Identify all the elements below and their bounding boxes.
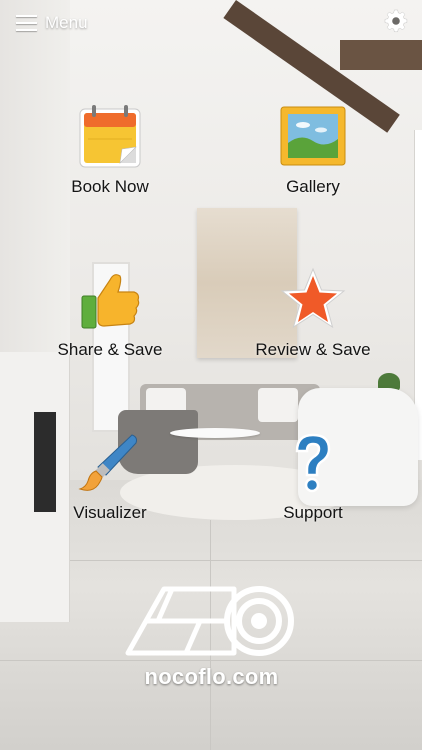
gallery-label: Gallery	[286, 177, 340, 196]
calendar-icon	[76, 103, 144, 171]
review-and-save-label: Review & Save	[255, 340, 371, 359]
flooring-roll-icon	[125, 586, 294, 656]
support-button[interactable]: Support	[238, 429, 388, 523]
hamburger-icon	[16, 15, 37, 31]
support-label: Support	[283, 503, 343, 522]
picture-icon	[279, 103, 347, 171]
share-and-save-button[interactable]: Share & Save	[35, 266, 185, 360]
visualizer-label: Visualizer	[73, 503, 147, 522]
visualizer-button[interactable]: Visualizer	[35, 429, 185, 523]
pillow	[258, 388, 298, 422]
share-and-save-label: Share & Save	[57, 340, 163, 359]
star-icon	[279, 266, 347, 334]
gear-icon[interactable]	[384, 9, 408, 33]
thumbs-up-icon	[76, 266, 144, 334]
menu-label: Menu	[45, 13, 88, 32]
paintbrush-icon	[76, 429, 144, 497]
question-mark-icon	[279, 429, 347, 497]
book-now-label: Book Now	[71, 177, 149, 196]
logo-text: nocoflo.com	[144, 664, 279, 689]
menu-button[interactable]: Menu	[16, 10, 88, 36]
top-bar: Menu	[0, 0, 422, 44]
book-now-button[interactable]: Book Now	[35, 103, 185, 197]
nocoflo-logo[interactable]: nocoflo.com	[124, 585, 299, 695]
staircase-step	[340, 40, 422, 70]
gallery-button[interactable]: Gallery	[238, 103, 388, 197]
review-and-save-button[interactable]: Review & Save	[238, 266, 388, 360]
